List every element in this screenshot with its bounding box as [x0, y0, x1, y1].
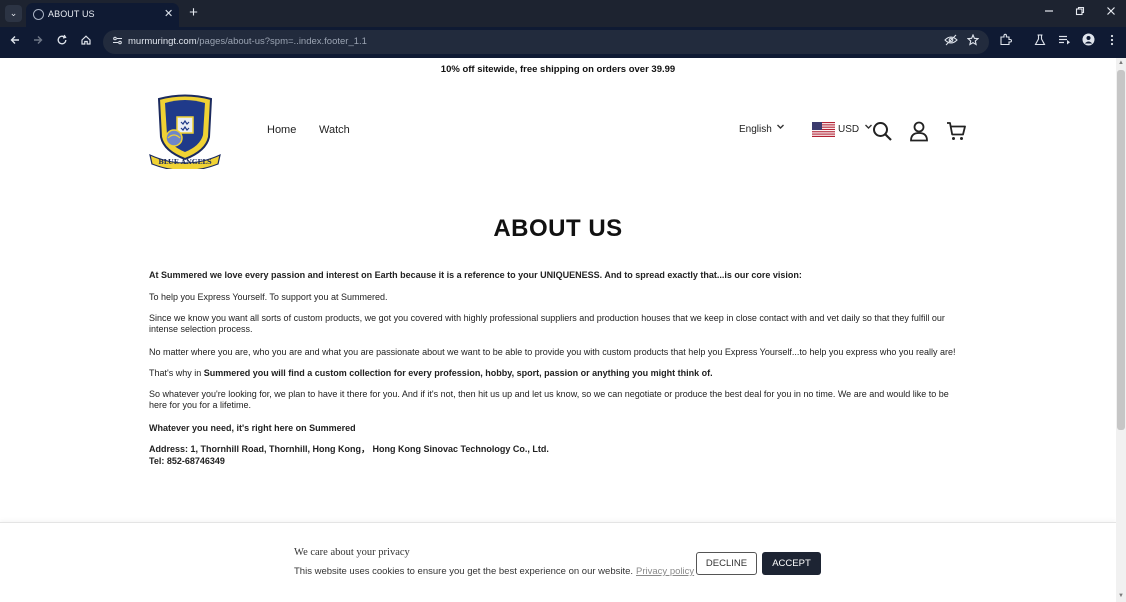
profile-icon[interactable] — [1079, 33, 1097, 51]
window-close-icon[interactable] — [1096, 4, 1126, 22]
nav-home[interactable]: Home — [267, 124, 296, 136]
page-viewport: 10% off sitewide, free shipping on order… — [0, 58, 1116, 602]
account-icon[interactable] — [908, 120, 930, 142]
browser-tab-active[interactable]: ABOUT US ✕ — [26, 3, 179, 27]
back-icon[interactable] — [5, 32, 25, 52]
browser-tab-bar: ⌄ ABOUT US ✕ + — [0, 0, 1126, 27]
scroll-thumb[interactable] — [1117, 70, 1125, 430]
address-bar[interactable]: murmuringt.com/pages/about-us?spm=..inde… — [103, 30, 989, 54]
tab-list-icon[interactable]: ⌄ — [5, 5, 22, 22]
browser-toolbar: murmuringt.com/pages/about-us?spm=..inde… — [0, 27, 1126, 58]
star-icon[interactable] — [965, 33, 981, 50]
vision-paragraph: At Summered we love every passion and in… — [149, 270, 802, 280]
scroll-down-icon[interactable]: ▼ — [1117, 592, 1125, 600]
url-text: murmuringt.com/pages/about-us?spm=..inde… — [128, 36, 367, 47]
page-scrollbar[interactable]: ▲ ▼ — [1116, 58, 1126, 602]
site-info-icon[interactable] — [110, 35, 124, 49]
currency-selector[interactable]: USD — [838, 124, 859, 135]
chevron-down-icon[interactable] — [776, 122, 785, 133]
nav-watch[interactable]: Watch — [319, 124, 350, 136]
scroll-up-icon[interactable]: ▲ — [1117, 59, 1125, 67]
favicon-icon — [33, 9, 44, 20]
tel-text: Tel: 852-68746349 — [149, 456, 225, 466]
extensions-icon[interactable] — [996, 33, 1014, 51]
cart-icon[interactable] — [945, 120, 967, 142]
so-whatever-paragraph: So whatever you're looking for, we plan … — [149, 389, 949, 410]
minimize-icon[interactable] — [1034, 4, 1064, 22]
page-title: ABOUT US — [493, 215, 623, 242]
no-matter-paragraph: No matter where you are, who you are and… — [149, 347, 956, 357]
store-logo[interactable]: BLUE ANGELS — [148, 93, 222, 172]
since-paragraph: Since we know you want all sorts of cust… — [149, 313, 945, 334]
url-host: murmuringt.com — [128, 36, 197, 47]
tab-title: ABOUT US — [48, 9, 95, 19]
help-paragraph: To help you Express Yourself. To support… — [149, 292, 388, 302]
reload-icon[interactable] — [52, 32, 72, 52]
media-icon[interactable] — [1055, 33, 1073, 51]
address-text: Address: 1, Thornhill Road, Thornhill, H… — [149, 444, 549, 454]
whatever-need-paragraph: Whatever you need, it's right here on Su… — [149, 423, 356, 433]
plus-icon[interactable]: + — [185, 3, 202, 22]
announcement-bar: 10% off sitewide, free shipping on order… — [440, 64, 676, 75]
cookie-text: This website uses cookies to ensure you … — [294, 566, 694, 577]
menu-icon[interactable] — [1103, 33, 1121, 51]
search-icon[interactable] — [871, 120, 893, 142]
accept-button[interactable]: ACCEPT — [762, 552, 821, 575]
decline-button[interactable]: DECLINE — [696, 552, 757, 575]
url-path: /pages/about-us?spm=..index.footer_1.1 — [196, 36, 367, 47]
home-icon[interactable] — [76, 32, 96, 52]
close-icon[interactable]: ✕ — [164, 7, 173, 21]
logo-text: BLUE ANGELS — [158, 158, 212, 166]
thats-why-bold: Summered you will find a custom collecti… — [203, 368, 713, 378]
restore-icon[interactable] — [1065, 4, 1095, 22]
forward-icon[interactable] — [28, 32, 48, 52]
privacy-policy-link[interactable]: Privacy policy — [636, 566, 694, 577]
cookie-banner: We care about your privacy This website … — [0, 522, 1116, 602]
thats-why-prefix: That's why in — [149, 368, 204, 378]
thats-why-paragraph: That's why in Summered you will find a c… — [149, 368, 969, 379]
us-flag-icon[interactable] — [812, 122, 835, 137]
language-selector[interactable]: English — [739, 124, 772, 135]
labs-icon[interactable] — [1031, 33, 1049, 51]
eye-off-icon[interactable] — [943, 34, 959, 50]
cookie-title: We care about your privacy — [294, 547, 410, 558]
cookie-message: This website uses cookies to ensure you … — [294, 566, 634, 577]
